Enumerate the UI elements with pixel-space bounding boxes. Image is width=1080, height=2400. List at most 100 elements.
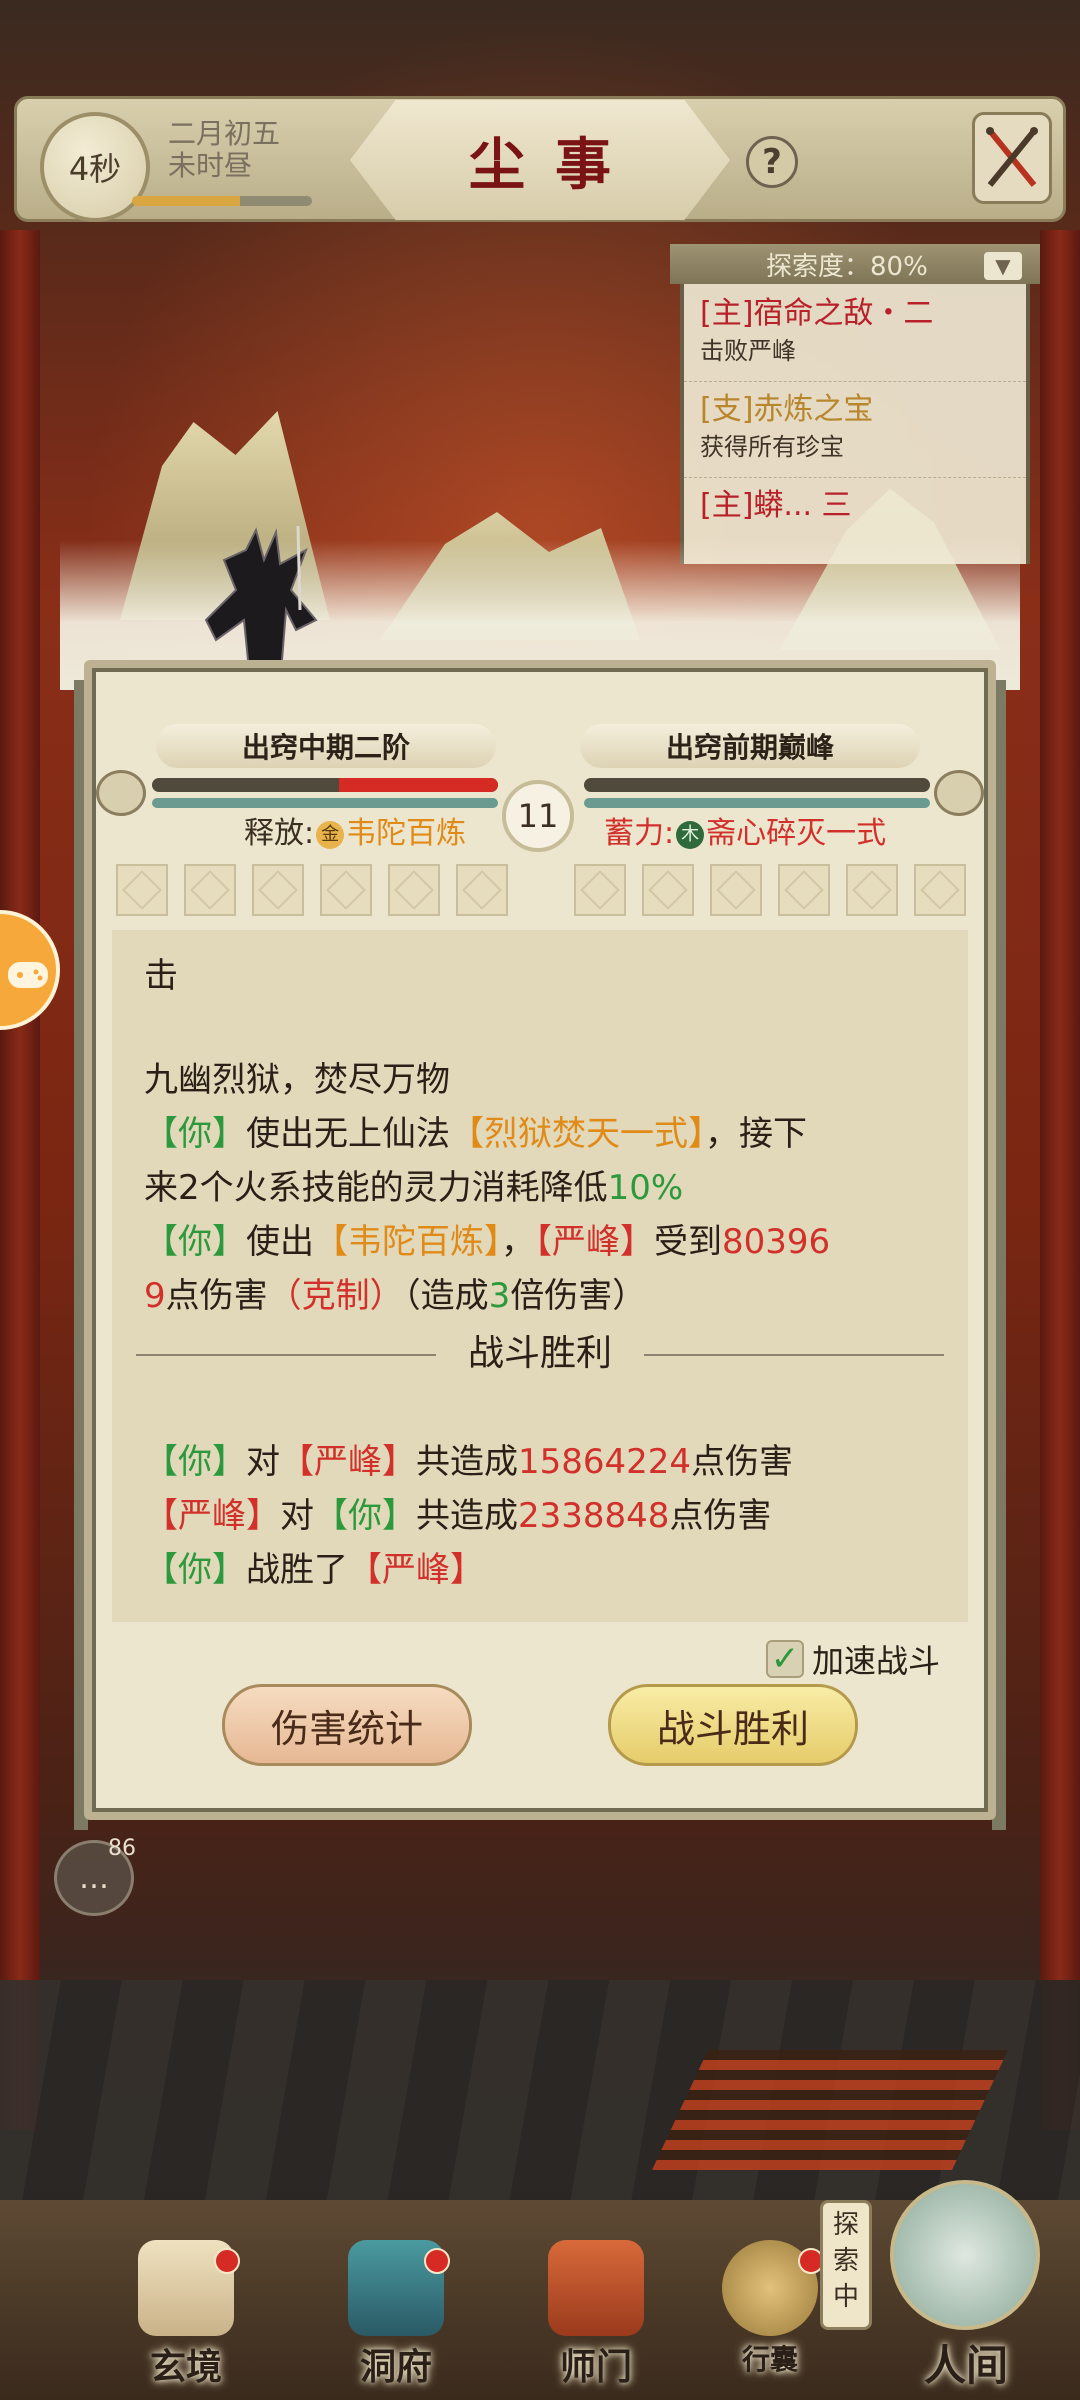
player-hp-bar [152,778,498,792]
log-text: 点伤害 [691,1442,794,1482]
player-hp-fill [338,778,498,792]
damage-stats-label: 伤害统计 [270,1706,423,1751]
timer-badge: 4秒 [40,112,150,222]
close-button[interactable] [972,112,1052,204]
quest-desc: 击败严峰 [700,337,796,365]
log-line: 九幽烈狱，焚尽万物 [144,1060,450,1100]
speed-up-label: 加速战斗 [812,1642,941,1680]
question-icon: ? [762,142,782,182]
nav-item-xuanjing[interactable]: 玄境 [116,2240,256,2390]
quest-list: [主]宿命之敌・二 击败严峰 [支]赤炼之宝 获得所有珍宝 [主]蟒... 三 [684,286,1026,564]
enemy-realm-tag: 出窍前期巅峰 [580,724,920,768]
log-text: 点伤害 [165,1276,268,1316]
victory-divider: 战斗胜利 [136,1330,944,1378]
damage-total: 2338848 [518,1496,670,1536]
log-line: 来2个火系技能的灵力消耗降低10% [144,1164,683,1212]
left-pillar [0,230,40,2130]
crossed-swords-icon [986,127,1038,187]
speed-up-toggle[interactable]: ✓ 加速战斗 [766,1636,940,1682]
damage-value: 9 [144,1276,166,1316]
player-buff-slot [252,864,304,916]
enemy-buff-slot [710,864,762,916]
enemy-tag: 【严峰】 [348,1550,484,1590]
enemy-buff-slot [642,864,694,916]
fire-grate [652,2050,1008,2170]
help-button[interactable]: ? [746,136,798,188]
gamepad-icon [8,962,48,988]
player-buff-slot [456,864,508,916]
log-text: 来2个火系技能的灵力消耗降低 [144,1168,608,1208]
checkmark-icon: ✓ [770,1639,800,1679]
exploration-label: 探索度：80% [766,251,928,282]
you-tag: 【你】 [144,1442,246,1482]
quest-item[interactable]: [主]宿命之敌・二 击败严峰 [684,286,1026,382]
enemy-buff-slot [574,864,626,916]
chat-icon: … [79,1860,109,1896]
quest-desc: 获得所有珍宝 [700,433,844,461]
round-counter: 11 [502,780,574,852]
player-realm: 出窍中期二阶 [241,731,410,764]
log-line: 【你】战胜了【严峰】 [144,1546,484,1594]
quest-item[interactable]: [支]赤炼之宝 获得所有珍宝 [684,382,1026,478]
log-text: 对 [246,1442,280,1482]
exploring-label: 探索中 [832,2210,859,2312]
quest-title: [主]蟒... 三 [700,488,852,523]
enemy-tag: 【严峰】 [144,1496,280,1536]
log-text: 倍伤害） [510,1276,647,1316]
log-line: 【严峰】对【你】共造成2338848点伤害 [144,1492,771,1540]
battle-victory-button[interactable]: 战斗胜利 [608,1684,858,1766]
log-text: 受到 [654,1222,722,1262]
banner-icon [548,2240,644,2336]
metal-element-icon: 金 [316,820,345,849]
skill-name: 【烈狱焚天一式】 [450,1114,705,1154]
renjian-landscape-icon [890,2180,1040,2330]
timer-text: 4秒 [68,150,122,188]
enemy-tag: 【严峰】 [535,1222,654,1262]
enemy-scroll-icon[interactable] [934,770,984,816]
enemy-tag: 【严峰】 [280,1442,416,1482]
nav-item-xingnang[interactable]: 行囊 [700,2240,840,2390]
log-text: 对 [280,1496,314,1536]
log-text: 使出 [246,1222,314,1262]
player-buff-slot [116,864,168,916]
log-text: ， [501,1222,535,1262]
page-title-plaque: 尘事 [350,100,730,220]
nav-item-renjian[interactable]: 人间 [860,2180,1060,2400]
log-line: 【你】使出【韦陀百炼】，【严峰】受到80396 [144,1218,830,1266]
chevron-down-icon: ▼ [995,254,1011,278]
quest-title: [支]赤炼之宝 [700,392,874,427]
you-tag: 【你】 [144,1114,246,1154]
nav-item-dongfu[interactable]: 洞府 [326,2240,466,2390]
checkbox[interactable]: ✓ [766,1639,804,1679]
nav-label: 人间 [924,2341,1009,2390]
date-line-1: 二月初五 [168,117,281,150]
quest-scroll[interactable]: [主]宿命之敌・二 击败严峰 [支]赤炼之宝 获得所有珍宝 [主]蟒... 三 [680,244,1030,564]
player-buff-slot [320,864,372,916]
wood-element-icon: 木 [676,820,705,849]
damage-value: 80396 [722,1222,831,1262]
log-text: 点伤害 [669,1496,772,1536]
player-buff-slot [388,864,440,916]
charge-skill-name: 斋心碎灭一式 [706,816,887,851]
player-mp-bar [152,798,498,808]
player-buff-slot [184,864,236,916]
percent-value: 10% [607,1168,684,1208]
notification-dot [214,2248,240,2274]
skill-name: 【韦陀百炼】 [314,1222,501,1262]
log-line: 击 [144,956,178,996]
time-progress-bar [132,196,312,206]
battle-log[interactable]: 击 九幽烈狱，焚尽万物 【你】使出无上仙法【烈狱焚天一式】，接下 来2个火系技能… [112,930,968,1622]
nav-item-shimen[interactable]: 师门 [526,2240,666,2390]
collapse-button[interactable]: ▼ [984,252,1022,280]
enemy-realm: 出窍前期巅峰 [665,731,834,764]
log-text: 战胜了 [246,1550,348,1590]
nav-label: 师门 [559,2346,632,2388]
game-date: 二月初五 未时昼 [168,118,280,182]
player-scroll-icon[interactable] [96,770,146,816]
log-line: 9点伤害（克制）（造成3倍伤害） [144,1272,646,1320]
enemy-charge-skill: 蓄力: 木斋心碎灭一式 [604,814,886,854]
release-skill-name: 韦陀百炼 [346,816,467,851]
round-number: 11 [517,797,559,835]
damage-stats-button[interactable]: 伤害统计 [222,1684,472,1766]
enemy-buff-slot [914,864,966,916]
